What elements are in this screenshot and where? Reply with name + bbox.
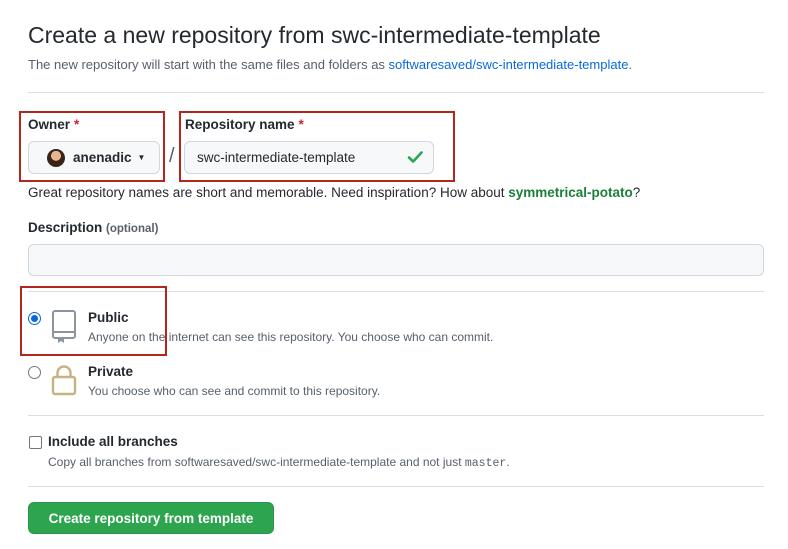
include-branches-checkbox[interactable] — [29, 436, 42, 449]
private-radio[interactable] — [28, 366, 41, 379]
owner-repo-separator: / — [169, 145, 175, 167]
divider — [28, 486, 764, 487]
annotation-box-repo-name — [179, 111, 455, 182]
include-branches-description: Copy all branches from softwaresaved/swc… — [48, 455, 510, 470]
page-subtitle: The new repository will start with the s… — [28, 57, 632, 72]
lock-icon — [51, 365, 77, 396]
divider — [28, 92, 764, 93]
page-title: Create a new repository from swc-interme… — [28, 22, 601, 48]
private-description: You choose who can see and commit to thi… — [88, 384, 381, 398]
optional-note: (optional) — [106, 223, 159, 235]
description-input[interactable] — [28, 244, 764, 276]
description-label: Description (optional) — [28, 220, 158, 235]
description-label-text: Description — [28, 220, 103, 235]
branches-desc-text: Copy all branches from softwaresaved/swc… — [48, 455, 465, 469]
annotation-box-public — [20, 286, 167, 356]
divider — [28, 415, 764, 416]
hint-text: Great repository names are short and mem… — [28, 185, 509, 200]
name-suggestion[interactable]: symmetrical-potato — [508, 185, 633, 200]
branch-name: master — [464, 457, 507, 470]
branches-desc-suffix: . — [506, 455, 510, 469]
include-branches-title: Include all branches — [48, 434, 178, 449]
private-title: Private — [88, 364, 134, 379]
template-link[interactable]: softwaresaved/swc-intermediate-template — [389, 57, 629, 72]
hint-suffix: ? — [632, 185, 641, 200]
subtitle-text: The new repository will start with the s… — [28, 57, 389, 72]
annotation-box-owner — [19, 111, 165, 182]
name-hint: Great repository names are short and mem… — [28, 185, 640, 200]
subtitle-suffix: . — [628, 57, 633, 72]
create-repository-button[interactable]: Create repository from template — [28, 502, 274, 534]
